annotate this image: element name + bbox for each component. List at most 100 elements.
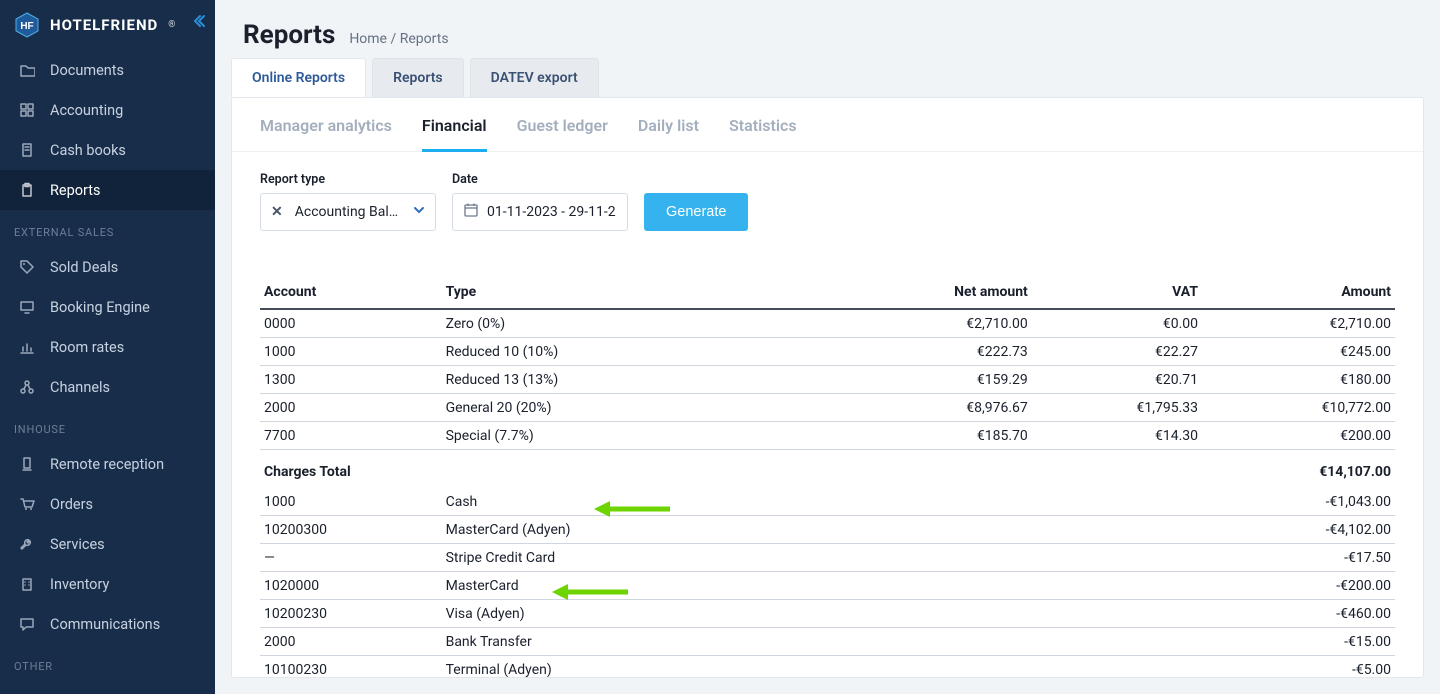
tag-icon bbox=[18, 258, 36, 276]
cell-net: €222.73 bbox=[827, 338, 1031, 366]
cell-account: 1000 bbox=[260, 488, 442, 516]
cell-vat bbox=[1032, 572, 1202, 600]
sidebar-item-orders[interactable]: Orders bbox=[0, 484, 215, 524]
sidebar-item-label: Services bbox=[50, 536, 105, 553]
network-icon bbox=[18, 378, 36, 396]
cell-type: Cash bbox=[442, 488, 828, 516]
sidebar-item-accounting[interactable]: Accounting bbox=[0, 90, 215, 130]
cell-vat: €20.71 bbox=[1032, 366, 1202, 394]
cell-amount: -€460.00 bbox=[1202, 600, 1395, 628]
sidebar-group-external: EXTERNAL SALES bbox=[0, 210, 215, 247]
cell-vat: €0.00 bbox=[1032, 309, 1202, 338]
table-row: 1000Reduced 10 (10%)€222.73€22.27€245.00 bbox=[260, 338, 1395, 366]
table-row: 10200230Visa (Adyen)-€460.00 bbox=[260, 600, 1395, 628]
chevron-down-icon bbox=[413, 204, 425, 220]
breadcrumb-home[interactable]: Home bbox=[349, 31, 387, 47]
tab-online-reports[interactable]: Online Reports bbox=[231, 58, 366, 97]
cell-amount: €245.00 bbox=[1202, 338, 1395, 366]
folder-icon bbox=[18, 61, 36, 79]
table-wrap: Account Type Net amount VAT Amount 0000Z… bbox=[232, 256, 1423, 678]
cell-account: 1000 bbox=[260, 338, 442, 366]
sidebar-item-documents[interactable]: Documents bbox=[0, 50, 215, 90]
breadcrumb-current[interactable]: Reports bbox=[400, 31, 449, 47]
cell-vat bbox=[1032, 600, 1202, 628]
cell-type: Reduced 13 (13%) bbox=[442, 366, 828, 394]
cell-net: €159.29 bbox=[827, 366, 1031, 394]
sidebar-nav-external: Sold Deals Booking EngineRoom ratesChanne… bbox=[0, 247, 215, 407]
cell-amount: -€4,102.00 bbox=[1202, 516, 1395, 544]
cell-account: — bbox=[260, 544, 442, 572]
subtab-guest-ledger[interactable]: Guest ledger bbox=[517, 116, 608, 152]
table-row: 2000Bank Transfer-€15.00 bbox=[260, 628, 1395, 656]
sidebar-item-booking-engine[interactable]: Booking Engine bbox=[0, 287, 215, 327]
cell-type: General 20 (20%) bbox=[442, 394, 828, 422]
clipboard-icon bbox=[18, 181, 36, 199]
cell-account: 7700 bbox=[260, 422, 442, 450]
sidebar-item-label: Sold Deals bbox=[50, 259, 118, 276]
sidebar-item-label: Orders bbox=[50, 496, 93, 513]
sidebar-item-label: Inventory bbox=[50, 576, 109, 593]
cell-amount: -€17.50 bbox=[1202, 544, 1395, 572]
chat-icon bbox=[18, 615, 36, 633]
sidebar-item-remote-reception[interactable]: Remote reception bbox=[0, 444, 215, 484]
cell-net bbox=[827, 516, 1031, 544]
date-range-picker[interactable]: 01-11-2023 - 29-11-2 bbox=[452, 193, 628, 231]
cell-type: Terminal (Adyen) bbox=[442, 656, 828, 679]
subtab-financial[interactable]: Financial bbox=[422, 116, 487, 152]
cell-net bbox=[827, 600, 1031, 628]
kiosk-icon bbox=[18, 455, 36, 473]
wrench-icon bbox=[18, 535, 36, 553]
cell-type: Visa (Adyen) bbox=[442, 600, 828, 628]
svg-text:HF: HF bbox=[20, 21, 33, 32]
cell-net: €185.70 bbox=[827, 422, 1031, 450]
sidebar: HF HOTELFRIEND® DocumentsAccountingCash … bbox=[0, 0, 215, 694]
sidebar-item-sold-deals[interactable]: Sold Deals bbox=[0, 247, 215, 287]
tab-reports[interactable]: Reports bbox=[372, 58, 464, 97]
sidebar-item-cash-books[interactable]: Cash books bbox=[0, 130, 215, 170]
cell-vat: €1,795.33 bbox=[1032, 394, 1202, 422]
sidebar-item-inventory[interactable]: Inventory bbox=[0, 564, 215, 604]
sidebar-item-label: Communications bbox=[50, 616, 160, 633]
table-row: 2000General 20 (20%)€8,976.67€1,795.33€1… bbox=[260, 394, 1395, 422]
brand-logo-icon: HF bbox=[14, 12, 40, 38]
sidebar-nav-inhouse: Remote reception Orders Services Inventory C… bbox=[0, 444, 215, 644]
col-net: Net amount bbox=[827, 276, 1031, 309]
cell-net bbox=[827, 488, 1031, 516]
sidebar-item-reports[interactable]: Reports bbox=[0, 170, 215, 210]
cell-amount: -€1,043.00 bbox=[1202, 488, 1395, 516]
sidebar-item-room-rates[interactable]: Room rates bbox=[0, 327, 215, 367]
cell-type: Stripe Credit Card bbox=[442, 544, 828, 572]
col-type: Type bbox=[442, 276, 828, 309]
table-row: 0000Zero (0%)€2,710.00€0.00€2,710.00 bbox=[260, 309, 1395, 338]
brand-header: HF HOTELFRIEND® bbox=[0, 0, 215, 50]
subtab-statistics[interactable]: Statistics bbox=[729, 116, 797, 152]
page-title: Reports bbox=[243, 20, 335, 50]
brand-reg: ® bbox=[168, 20, 175, 30]
sidebar-collapse-icon[interactable] bbox=[191, 14, 205, 32]
date-range-value: 01-11-2023 - 29-11-2 bbox=[487, 204, 617, 220]
chart-icon bbox=[18, 338, 36, 356]
cell-type: Special (7.7%) bbox=[442, 422, 828, 450]
cell-account: 2000 bbox=[260, 628, 442, 656]
cell-amount: -€15.00 bbox=[1202, 628, 1395, 656]
subtab-manager-analytics[interactable]: Manager analytics bbox=[260, 116, 392, 152]
tab-datev-export[interactable]: DATEV export bbox=[470, 58, 599, 97]
cell-amount: -€200.00 bbox=[1202, 572, 1395, 600]
payments-table: 1000Cash-€1,043.0010200300MasterCard (Ad… bbox=[260, 488, 1395, 678]
sidebar-item-channels[interactable]: Channels bbox=[0, 367, 215, 407]
sidebar-item-services[interactable]: Services bbox=[0, 524, 215, 564]
cell-type: MasterCard (Adyen) bbox=[442, 516, 828, 544]
cart-icon bbox=[18, 495, 36, 513]
clear-select-icon[interactable]: ✕ bbox=[271, 204, 283, 220]
generate-button[interactable]: Generate bbox=[644, 193, 748, 231]
report-type-select[interactable]: ✕ Accounting Balan… bbox=[260, 193, 436, 231]
monitor-icon bbox=[18, 298, 36, 316]
subtab-daily-list[interactable]: Daily list bbox=[638, 116, 699, 152]
tabs-primary: Online ReportsReportsDATEV export bbox=[215, 58, 1440, 97]
tabs-secondary: Manager analytics Financial Guest ledger Da… bbox=[232, 98, 1423, 152]
cell-vat: €14.30 bbox=[1032, 422, 1202, 450]
cell-amount: -€5.00 bbox=[1202, 656, 1395, 679]
col-amount: Amount bbox=[1202, 276, 1395, 309]
sidebar-item-communications[interactable]: Communications bbox=[0, 604, 215, 644]
date-group: Date 01-11-2023 - 29-11-2 bbox=[452, 172, 628, 231]
